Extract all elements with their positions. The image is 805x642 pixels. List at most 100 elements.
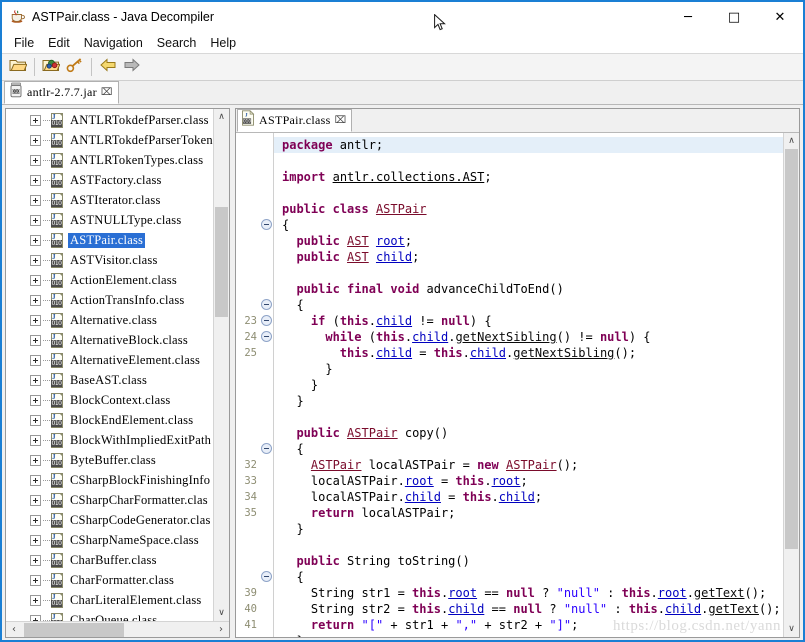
code-line[interactable]: return localASTPair;	[274, 505, 783, 521]
tree-hscroll-thumb[interactable]	[24, 623, 124, 637]
code-line[interactable]	[274, 537, 783, 553]
tree-item[interactable]: J010BlockEndElement.class	[6, 410, 213, 430]
jar-tab-antlr[interactable]: 010 antlr-2.7.7.jar ⌧	[4, 81, 119, 104]
code-line[interactable]: }	[274, 521, 783, 537]
expand-plus-icon[interactable]	[30, 455, 41, 466]
expand-plus-icon[interactable]	[30, 535, 41, 546]
code-fold-toggle-icon[interactable]	[261, 299, 272, 310]
expand-plus-icon[interactable]	[30, 315, 41, 326]
tree-scroll-right-arrow[interactable]: ›	[213, 622, 229, 638]
expand-plus-icon[interactable]	[30, 335, 41, 346]
code-line[interactable]: localASTPair.root = this.root;	[274, 473, 783, 489]
open-file-button[interactable]	[6, 56, 30, 79]
tree-item[interactable]: J010ASTIterator.class	[6, 190, 213, 210]
code-line[interactable]: return "[" + str1 + "," + str2 + "]";	[274, 617, 783, 633]
expand-plus-icon[interactable]	[30, 135, 41, 146]
search-key-button[interactable]	[63, 56, 87, 79]
expand-plus-icon[interactable]	[30, 395, 41, 406]
code-line[interactable]: ASTPair localASTPair = new ASTPair();	[274, 457, 783, 473]
code-line[interactable]: {	[274, 569, 783, 585]
code-line[interactable]	[274, 153, 783, 169]
code-line[interactable]: import antlr.collections.AST;	[274, 169, 783, 185]
tree-item[interactable]: J010CharQueue.class	[6, 610, 213, 621]
expand-plus-icon[interactable]	[30, 415, 41, 426]
expand-plus-icon[interactable]	[30, 575, 41, 586]
tree-horizontal-scrollbar[interactable]: ‹ ›	[6, 621, 229, 637]
code-line[interactable]: public AST root;	[274, 233, 783, 249]
code-line[interactable]: public String toString()	[274, 553, 783, 569]
code-line[interactable]: {	[274, 217, 783, 233]
tree-item[interactable]: J010ASTVisitor.class	[6, 250, 213, 270]
expand-plus-icon[interactable]	[30, 115, 41, 126]
expand-plus-icon[interactable]	[30, 275, 41, 286]
tree-item[interactable]: J010CSharpCodeGenerator.clas	[6, 510, 213, 530]
tree-vertical-scrollbar[interactable]: ∧ ∨	[213, 109, 229, 621]
code-line[interactable]: public final void advanceChildToEnd()	[274, 281, 783, 297]
code-line[interactable]: }	[274, 633, 783, 637]
expand-plus-icon[interactable]	[30, 155, 41, 166]
menu-search[interactable]: Search	[150, 34, 204, 52]
editor-scroll-up-arrow[interactable]: ∧	[784, 133, 799, 149]
expand-plus-icon[interactable]	[30, 355, 41, 366]
tree-item[interactable]: J010AlternativeElement.class	[6, 350, 213, 370]
expand-plus-icon[interactable]	[30, 555, 41, 566]
tree-item[interactable]: J010ANTLRTokdefParser.class	[6, 110, 213, 130]
code-line[interactable]: while (this.child.getNextSibling() != nu…	[274, 329, 783, 345]
code-fold-toggle-icon[interactable]	[261, 443, 272, 454]
open-type-button[interactable]	[39, 56, 63, 79]
editor-gutter[interactable]: 23242532333435394041	[236, 133, 274, 637]
menu-navigation[interactable]: Navigation	[77, 34, 150, 52]
editor-scroll-down-arrow[interactable]: ∨	[784, 621, 799, 637]
tree-item[interactable]: J010BaseAST.class	[6, 370, 213, 390]
tree-item[interactable]: J010CharBuffer.class	[6, 550, 213, 570]
code-line[interactable]: localASTPair.child = this.child;	[274, 489, 783, 505]
close-icon[interactable]: ⌧	[101, 88, 113, 98]
tree-item[interactable]: J010ActionElement.class	[6, 270, 213, 290]
expand-plus-icon[interactable]	[30, 195, 41, 206]
expand-plus-icon[interactable]	[30, 515, 41, 526]
code-line[interactable]: package antlr;	[274, 137, 783, 153]
editor-vscroll-track[interactable]	[784, 149, 799, 621]
tree-item[interactable]: J010ANTLRTokdefParserTokenTy	[6, 130, 213, 150]
code-line[interactable]	[274, 265, 783, 281]
code-line[interactable]: public class ASTPair	[274, 201, 783, 217]
tree-item[interactable]: J010CharFormatter.class	[6, 570, 213, 590]
code-line[interactable]: {	[274, 441, 783, 457]
menu-file[interactable]: File	[7, 34, 41, 52]
tree-item[interactable]: J010CharLiteralElement.class	[6, 590, 213, 610]
code-fold-toggle-icon[interactable]	[261, 571, 272, 582]
expand-plus-icon[interactable]	[30, 235, 41, 246]
close-button[interactable]: ✕	[757, 2, 803, 32]
tree-item[interactable]: J010ActionTransInfo.class	[6, 290, 213, 310]
code-line[interactable]: {	[274, 297, 783, 313]
code-line[interactable]: if (this.child != null) {	[274, 313, 783, 329]
code-fold-toggle-icon[interactable]	[261, 315, 272, 326]
tree-item[interactable]: J010AlternativeBlock.class	[6, 330, 213, 350]
code-line[interactable]	[274, 185, 783, 201]
navigate-back-button[interactable]	[96, 56, 120, 79]
code-line[interactable]: public AST child;	[274, 249, 783, 265]
tree-item[interactable]: J010CSharpBlockFinishingInfo	[6, 470, 213, 490]
expand-plus-icon[interactable]	[30, 375, 41, 386]
tree-scroll-down-arrow[interactable]: ∨	[214, 605, 229, 621]
code-fold-toggle-icon[interactable]	[261, 219, 272, 230]
menu-help[interactable]: Help	[203, 34, 243, 52]
code-line[interactable]	[274, 409, 783, 425]
tree-item[interactable]: J010BlockWithImpliedExitPath	[6, 430, 213, 450]
expand-plus-icon[interactable]	[30, 495, 41, 506]
maximize-button[interactable]: □	[711, 2, 757, 32]
tree-hscroll-track[interactable]	[22, 622, 213, 638]
code-line[interactable]: }	[274, 377, 783, 393]
code-line[interactable]: }	[274, 361, 783, 377]
expand-plus-icon[interactable]	[30, 175, 41, 186]
minimize-button[interactable]: ─	[665, 2, 711, 32]
tree-item[interactable]: J010BlockContext.class	[6, 390, 213, 410]
navigate-forward-button[interactable]	[120, 56, 144, 79]
tree-item[interactable]: J010ASTFactory.class	[6, 170, 213, 190]
tree-item[interactable]: J010Alternative.class	[6, 310, 213, 330]
code-line[interactable]: }	[274, 393, 783, 409]
editor-tab-astpair[interactable]: J 010 ASTPair.class ⌧	[237, 109, 352, 132]
source-code-view[interactable]: package antlr; import antlr.collections.…	[274, 133, 783, 637]
tree-vscroll-track[interactable]	[214, 125, 229, 605]
tree-scroll-left-arrow[interactable]: ‹	[6, 622, 22, 638]
